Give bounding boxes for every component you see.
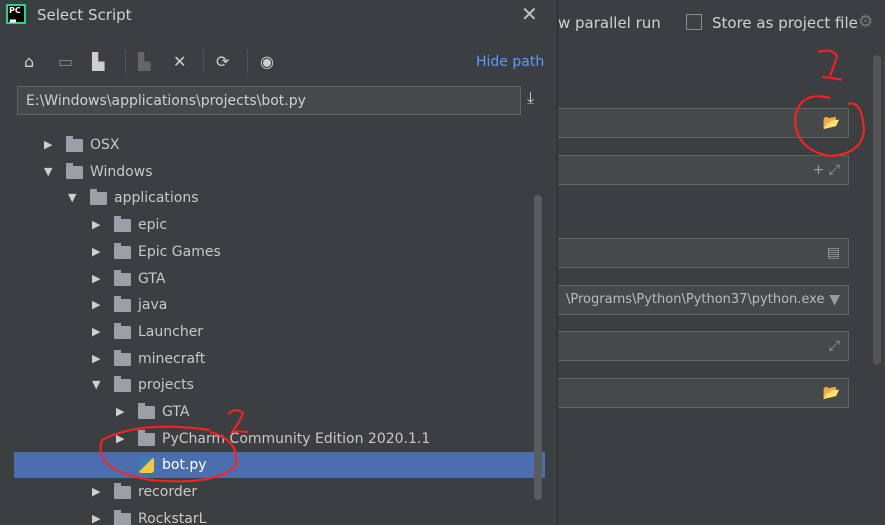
tree-folder-item[interactable]: ▶ java	[14, 292, 545, 318]
chevron-right-icon[interactable]: ▶	[44, 132, 52, 158]
tree-folder-item[interactable]: ▶ epic	[14, 212, 545, 238]
new-folder-icon[interactable]: ▙	[138, 52, 150, 71]
home-icon[interactable]: ⌂	[24, 52, 34, 71]
folder-icon	[114, 242, 131, 259]
tree-folder-item[interactable]: ▶ OSX	[14, 132, 545, 158]
tree-folder-item[interactable]: ▼ applications	[14, 185, 545, 211]
tree-item-label: applications	[114, 190, 199, 207]
file-tree[interactable]: ▶ OSX ▼ Windows ▼ applications ▶ epic ▶ Epic Game…	[14, 131, 545, 525]
close-icon[interactable]: ✕	[521, 2, 538, 26]
expand-icon[interactable]: + ⤢	[813, 162, 840, 178]
tree-item-label: PyCharm Community Edition 2020.1.1	[162, 430, 431, 447]
chevron-down-icon[interactable]: ▼	[92, 372, 100, 398]
dialog-title: Select Script	[37, 6, 132, 24]
tree-item-label: RockstarL	[138, 510, 207, 525]
tree-item-label: GTA	[138, 270, 166, 287]
allow-parallel-run-label: w parallel run	[558, 14, 661, 32]
select-script-dialog: PC ▬ Select Script ✕ ⌂ ▭ ▙ ▙ ✕ ⟳ ◉ Hide p…	[0, 0, 558, 525]
chevron-right-icon[interactable]: ▶	[92, 479, 100, 505]
chevron-down-icon[interactable]: ▼	[68, 185, 76, 211]
tree-folder-item[interactable]: ▶ GTA	[14, 266, 545, 292]
tree-folder-item[interactable]: ▶ GTA	[14, 399, 545, 425]
folder-icon	[66, 162, 83, 179]
toolbar-separator	[247, 50, 248, 74]
path-input[interactable]	[17, 86, 521, 115]
env-variables-field[interactable]: ▤	[557, 238, 849, 268]
folder-icon	[66, 136, 83, 152]
interpreter-value: \Programs\Python\Python37\python.exe	[566, 292, 825, 307]
folder-open-icon[interactable]: 📂	[823, 115, 840, 131]
folder-icon	[114, 509, 131, 525]
folder-icon	[114, 483, 131, 500]
folder-icon	[114, 322, 131, 339]
script-path-field[interactable]: 📂	[557, 108, 849, 138]
toolbar-separator	[125, 50, 126, 74]
working-directory-field[interactable]: 📂	[557, 378, 849, 408]
pycharm-logo: PC ▬	[6, 4, 26, 25]
tree-item-label: epic	[138, 217, 168, 234]
tree-item-label: minecraft	[138, 350, 206, 367]
interpreter-options-field[interactable]: ⤢	[557, 331, 849, 361]
tree-item-label: recorder	[138, 484, 198, 501]
desktop-icon[interactable]: ▭	[58, 52, 73, 71]
chevron-right-icon[interactable]: ▶	[116, 399, 124, 425]
chevron-down-icon[interactable]: ▼	[44, 159, 52, 185]
expand-icon[interactable]: ⤢	[829, 338, 840, 354]
tree-folder-item[interactable]: ▼ Windows	[14, 159, 545, 185]
tree-item-label: GTA	[162, 404, 190, 420]
delete-icon[interactable]: ✕	[173, 52, 186, 71]
tree-folder-item[interactable]: ▶ recorder	[14, 479, 545, 505]
tree-item-label: Epic Games	[138, 243, 221, 260]
tree-scrollbar[interactable]	[534, 195, 542, 500]
tree-item-label: projects	[138, 377, 194, 394]
tree-folder-item[interactable]: ▼ projects	[14, 372, 545, 398]
folder-icon	[138, 403, 155, 419]
parameters-field[interactable]: + ⤢	[557, 155, 849, 185]
tree-folder-item[interactable]: ▶ Epic Games	[14, 239, 545, 265]
tree-item-label: java	[138, 297, 168, 314]
tree-item-label: bot.py	[162, 457, 207, 474]
tree-item-label: Windows	[90, 163, 153, 180]
tree-folder-item[interactable]: ▶ Launcher	[14, 319, 545, 345]
tree-folder-item[interactable]: ▶ RockstarL	[14, 506, 545, 525]
project-folder-icon[interactable]: ▙	[92, 52, 104, 71]
interpreter-select[interactable]: \Programs\Python\Python37\python.exe ▼	[557, 285, 849, 315]
folder-icon	[138, 429, 155, 446]
tree-item-label: Launcher	[138, 323, 204, 340]
chevron-right-icon[interactable]: ▶	[92, 266, 100, 292]
tree-file-item[interactable]: bot.py	[14, 452, 545, 479]
folder-icon	[114, 216, 131, 233]
chevron-right-icon[interactable]: ▶	[92, 346, 100, 372]
hide-path-link[interactable]: Hide path	[476, 54, 544, 70]
folder-open-icon[interactable]: 📂	[823, 385, 840, 401]
chevron-down-icon[interactable]: ▼	[829, 286, 840, 314]
show-hidden-icon[interactable]: ◉	[260, 52, 274, 71]
document-icon[interactable]: ▤	[827, 245, 840, 261]
toolbar-separator	[203, 50, 204, 74]
folder-icon	[114, 349, 131, 366]
folder-icon	[114, 296, 131, 313]
chevron-right-icon[interactable]: ▶	[92, 212, 100, 238]
folder-icon	[114, 269, 131, 286]
store-project-label: Store as project file	[712, 14, 858, 32]
chevron-right-icon[interactable]: ▶	[116, 426, 124, 452]
folder-icon	[90, 189, 107, 206]
gear-icon[interactable]: ⚙	[858, 12, 873, 32]
chevron-right-icon[interactable]: ▶	[92, 292, 100, 318]
tree-folder-item[interactable]: ▶ minecraft	[14, 346, 545, 372]
tree-folder-item[interactable]: ▶ PyCharm Community Edition 2020.1.1	[14, 426, 545, 452]
panel-scrollbar[interactable]	[873, 55, 881, 365]
chevron-right-icon[interactable]: ▶	[92, 239, 100, 265]
tree-item-label: OSX	[90, 137, 120, 153]
store-project-checkbox[interactable]	[686, 14, 702, 30]
python-file-icon	[138, 457, 154, 474]
refresh-icon[interactable]: ⟳	[216, 52, 229, 71]
chevron-right-icon[interactable]: ▶	[92, 506, 100, 525]
download-icon[interactable]: ⤓	[527, 88, 534, 108]
folder-icon	[114, 376, 131, 393]
chevron-right-icon[interactable]: ▶	[92, 319, 100, 345]
